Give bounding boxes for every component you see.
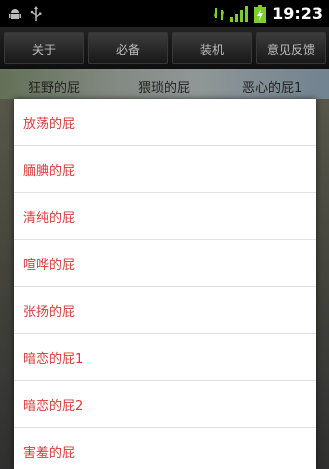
- usb-icon: [30, 5, 42, 22]
- list-item[interactable]: 暗恋的屁2: [14, 381, 316, 428]
- options-popup-list: 放荡的屁 腼腆的屁 清纯的屁 喧哗的屁 张扬的屁 暗恋的屁1 暗恋的屁2 害羞的…: [14, 99, 316, 469]
- status-bar: 19:23: [0, 0, 329, 27]
- list-item[interactable]: 清纯的屁: [14, 193, 316, 240]
- list-item[interactable]: 害羞的屁: [14, 428, 316, 469]
- status-time: 19:23: [272, 4, 323, 23]
- signal-type-icon: [214, 6, 225, 22]
- battery-charging-icon: [254, 4, 267, 23]
- android-debug-icon: [8, 7, 22, 21]
- list-item[interactable]: 暗恋的屁1: [14, 334, 316, 381]
- list-item[interactable]: 张扬的屁: [14, 287, 316, 334]
- list-item[interactable]: 喧哗的屁: [14, 240, 316, 287]
- list-item[interactable]: 腼腆的屁: [14, 146, 316, 193]
- list-item[interactable]: 放荡的屁: [14, 99, 316, 146]
- signal-bars-icon: [230, 5, 249, 22]
